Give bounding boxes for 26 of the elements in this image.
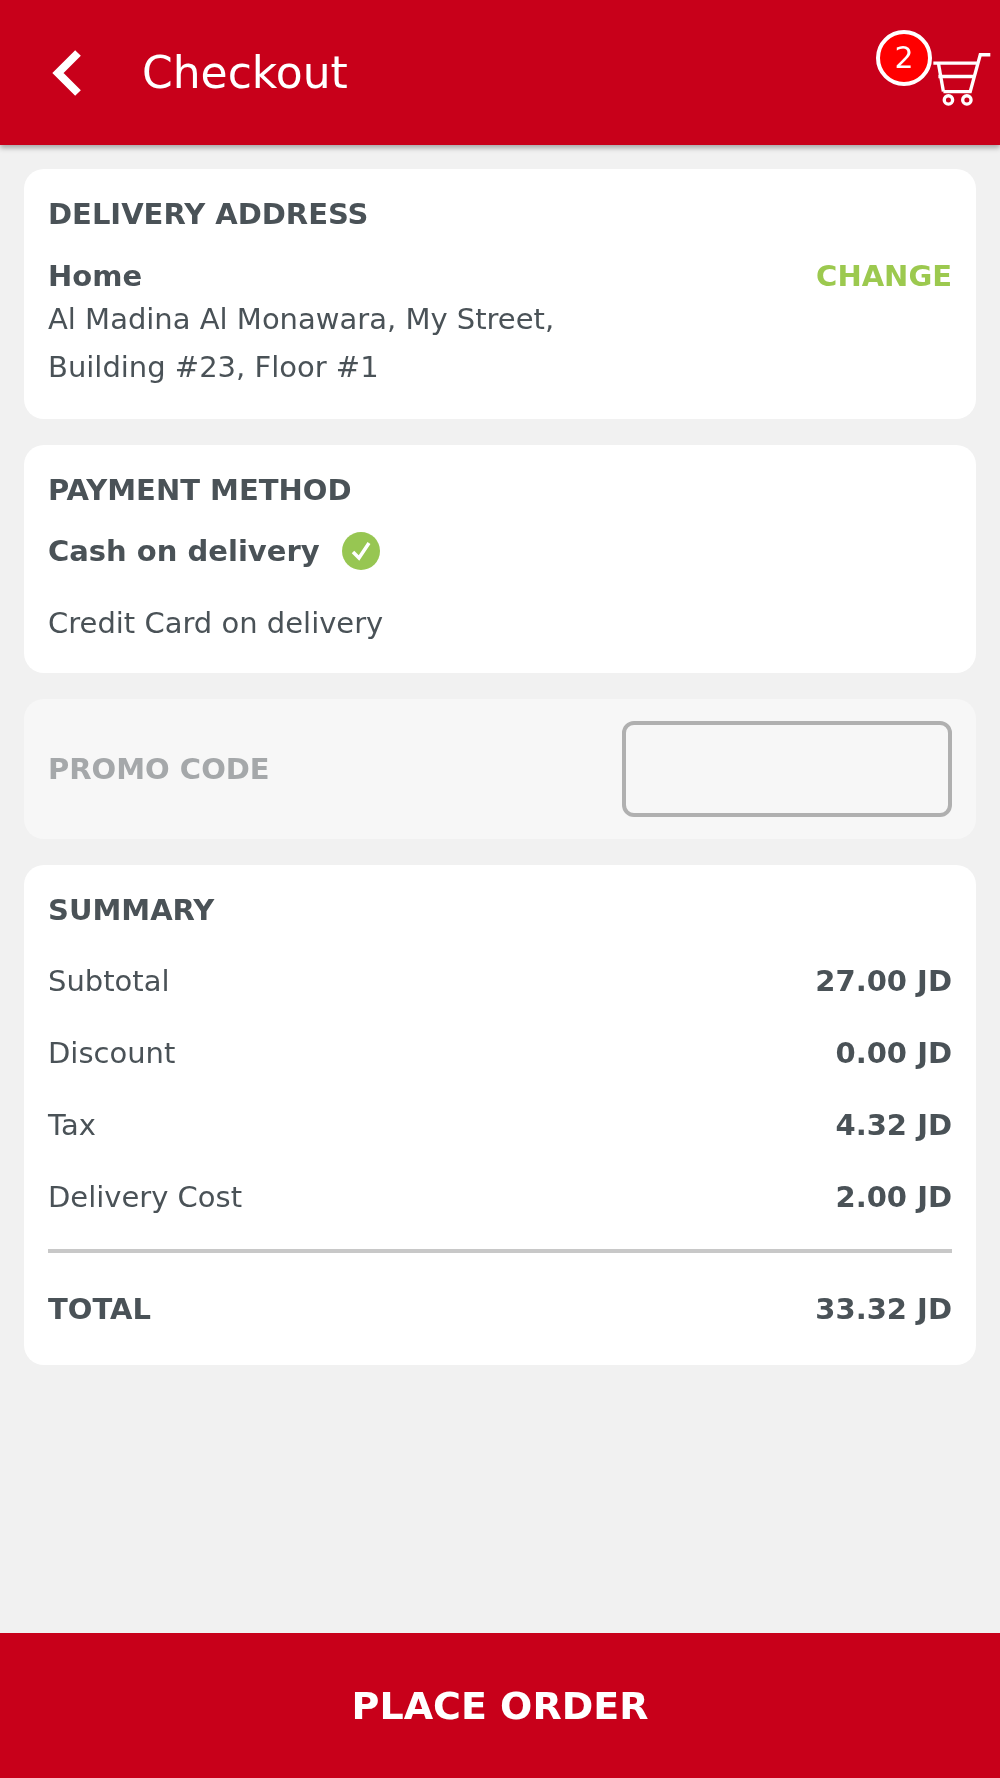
payment-option[interactable]: Cash on delivery: [48, 534, 320, 568]
summary-label: Tax: [48, 1108, 96, 1142]
payment-option[interactable]: Credit Card on delivery: [48, 606, 384, 640]
section-heading: PAYMENT METHOD: [48, 473, 353, 507]
cart-count-badge: 2: [876, 29, 932, 86]
section-heading: DELIVERY ADDRESS: [48, 197, 370, 231]
summary-value: 27.00 JD: [815, 964, 952, 998]
total-value: 33.32 JD: [815, 1292, 952, 1326]
summary-label: Delivery Cost: [48, 1180, 243, 1214]
back-button[interactable]: [52, 48, 84, 97]
check-icon: [341, 532, 380, 570]
address-line: Al Madina Al Monawara, My Street,: [48, 301, 556, 338]
summary-value: 0.00 JD: [835, 1036, 952, 1070]
page-title: Checkout: [142, 47, 349, 98]
summary-value: 2.00 JD: [835, 1180, 952, 1214]
summary-label: Subtotal: [48, 964, 170, 998]
promo-code-field[interactable]: [622, 721, 952, 817]
summary-value: 4.32 JD: [835, 1108, 952, 1142]
address-name: Home: [48, 259, 143, 293]
promo-code-label: PROMO CODE: [48, 752, 270, 786]
place-order-button[interactable]: PLACE ORDER: [0, 1633, 1000, 1778]
address-line: Building #23, Floor #1: [48, 349, 380, 386]
back-icon: [52, 48, 84, 97]
total-label: TOTAL: [48, 1292, 151, 1326]
summary-label: Discount: [48, 1036, 176, 1070]
section-heading: SUMMARY: [48, 893, 216, 927]
